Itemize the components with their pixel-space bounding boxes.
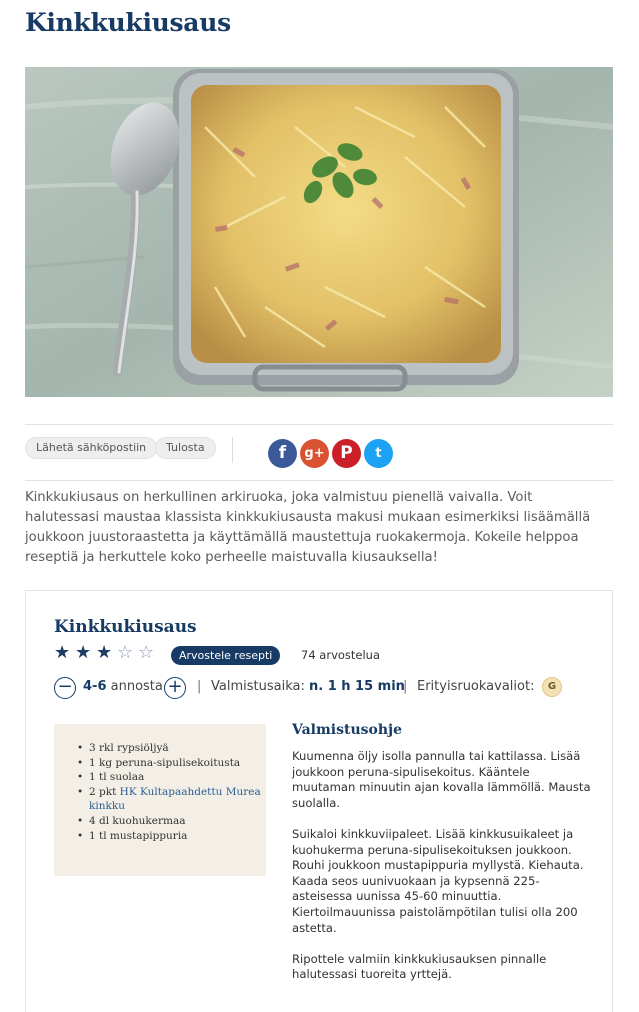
recipe-title: Kinkkukiusaus [54,617,197,637]
instructions: Valmistusohje Kuumenna öljy isolla pannu… [292,722,592,999]
casserole-illustration [25,67,613,397]
review-count: 74 arvostelua [301,648,381,662]
meta-separator: | [197,679,202,694]
pinterest-icon[interactable]: P [332,439,361,468]
servings-value: 4-6 [83,679,107,694]
servings: 4-6 annosta [83,679,163,694]
ingredient-amount: 2 pkt [89,785,120,798]
intro-text: Kinkkukiusaus on herkullinen arkiruoka, … [25,490,591,565]
facebook-icon[interactable]: f [268,439,297,468]
ingredients-box: 3 rkl rypsiöljyä1 kg peruna-sipulisekoit… [54,724,266,876]
star-filled-icon[interactable]: ★ [96,643,117,663]
ingredient-item: 1 kg peruna-sipulisekoitusta [76,756,266,771]
star-filled-icon[interactable]: ★ [75,643,96,663]
recipe-meta: − 4-6 annosta + | Valmistusaika: n. 1 h … [54,677,594,699]
meta-separator: | [403,679,408,694]
instruction-step: Suikaloi kinkkuviipaleet. Lisää kinkkusu… [292,826,584,935]
recipe-photo [25,67,613,397]
increase-servings-button[interactable]: + [164,677,186,699]
twitter-icon[interactable]: t [364,439,393,468]
ingredient-item: 2 pkt HK Kultapaahdettu Murea kinkku [76,785,266,814]
email-button[interactable]: Lähetä sähköpostiin [25,437,158,459]
instructions-title: Valmistusohje [292,722,402,738]
time-label: Valmistusaika: [211,679,305,694]
ingredient-item: 1 tl suolaa [76,770,266,785]
special-diets-label: Erityisruokavaliot: [417,679,535,694]
share-toolbar: Lähetä sähköpostiin Tulosta f g+ P t [25,424,613,481]
gluten-free-badge[interactable]: G [542,677,562,697]
cooking-time: Valmistusaika: n. 1 h 15 min [211,679,405,694]
time-value: n. 1 h 15 min [308,679,405,694]
recipe-card: Kinkkukiusaus ★ ★ ★ ☆ ☆ Arvostele resepti 74… [25,590,613,1012]
ingredient-item: 4 dl kuohukermaa [76,814,266,829]
rate-recipe-button[interactable]: Arvostele resepti [171,646,281,665]
instruction-step: Kuumenna öljy isolla pannulla tai kattil… [292,749,591,810]
googleplus-icon[interactable]: g+ [300,439,329,468]
page-title: Kinkkukiusaus [25,8,231,37]
ingredient-list: 3 rkl rypsiöljyä1 kg peruna-sipulisekoit… [76,741,266,843]
decrease-servings-button[interactable]: − [54,677,76,699]
star-empty-icon[interactable]: ☆ [117,643,138,663]
ingredient-item: 1 tl mustapippuria [76,829,266,844]
instruction-step: Ripottele valmiin kinkkukiusauksen pinna… [292,951,547,982]
servings-unit: annosta [110,679,163,694]
ingredient-item: 3 rkl rypsiöljyä [76,741,266,756]
star-filled-icon[interactable]: ★ [54,643,75,663]
print-button[interactable]: Tulosta [155,437,216,459]
star-empty-icon[interactable]: ☆ [138,643,159,663]
rating-stars[interactable]: ★ ★ ★ ☆ ☆ [54,643,159,663]
toolbar-divider [232,437,233,463]
